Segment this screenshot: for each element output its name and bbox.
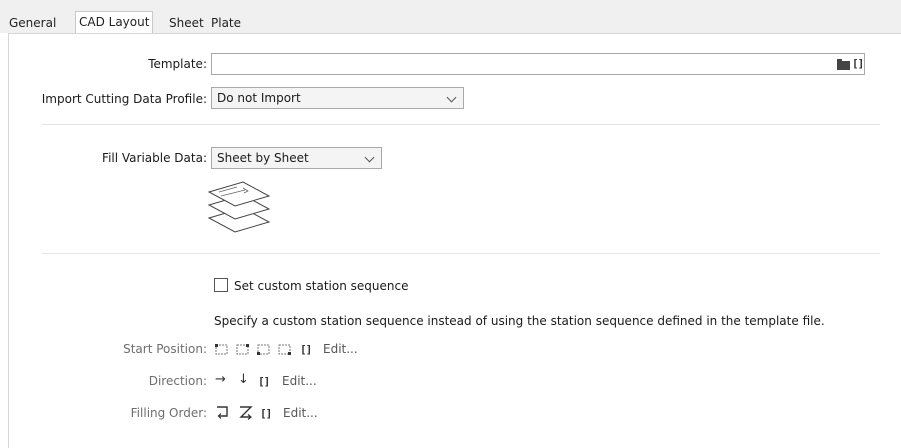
horizontal-arrow-icon[interactable]: → <box>215 372 226 387</box>
tab-cad-layout[interactable]: CAD Layout <box>75 11 154 34</box>
chevron-down-icon <box>364 152 375 163</box>
brackets-icon[interactable]: [] <box>852 57 864 70</box>
vertical-arrow-icon[interactable]: ↓ <box>238 372 249 387</box>
tab-bar: General CAD Layout Sheet Plate <box>0 0 901 34</box>
fill-variable-select[interactable]: Sheet by Sheet <box>211 147 382 169</box>
stacked-sheets-icon <box>205 178 275 240</box>
snake-order-icon[interactable] <box>215 404 231 420</box>
top-left-corner-icon[interactable] <box>214 342 230 356</box>
custom-sequence-label: Set custom station sequence <box>234 279 409 293</box>
top-right-corner-icon[interactable] <box>235 342 251 356</box>
import-profile-label: Import Cutting Data Profile: <box>41 92 207 106</box>
z-order-icon[interactable] <box>238 404 254 420</box>
brackets-icon[interactable]: [] <box>300 343 312 356</box>
fill-variable-label: Fill Variable Data: <box>102 151 207 165</box>
direction-label: Direction: <box>148 374 207 388</box>
filling-order-label: Filling Order: <box>130 406 207 420</box>
brackets-icon[interactable]: [] <box>258 375 270 388</box>
tab-sheet[interactable]: Sheet <box>165 14 208 33</box>
folder-icon[interactable] <box>837 59 850 70</box>
chevron-down-icon <box>446 92 457 103</box>
import-profile-value: Do not Import <box>217 91 301 105</box>
start-position-label: Start Position: <box>123 342 207 356</box>
tab-plate[interactable]: Plate <box>207 14 245 33</box>
divider <box>42 253 880 254</box>
brackets-icon[interactable]: [] <box>260 407 272 420</box>
template-input[interactable] <box>211 53 865 75</box>
bottom-right-corner-icon[interactable] <box>277 342 293 356</box>
direction-edit-link[interactable]: Edit... <box>282 374 317 388</box>
custom-sequence-checkbox[interactable] <box>214 278 228 292</box>
import-profile-select[interactable]: Do not Import <box>211 87 464 109</box>
filling-order-edit-link[interactable]: Edit... <box>283 406 318 420</box>
bottom-left-corner-icon[interactable] <box>256 342 272 356</box>
template-label: Template: <box>148 57 207 71</box>
start-position-edit-link[interactable]: Edit... <box>323 342 358 356</box>
tab-general[interactable]: General <box>5 14 60 33</box>
custom-sequence-description: Specify a custom station sequence instea… <box>214 314 825 328</box>
divider <box>42 124 880 125</box>
fill-variable-value: Sheet by Sheet <box>217 151 309 165</box>
